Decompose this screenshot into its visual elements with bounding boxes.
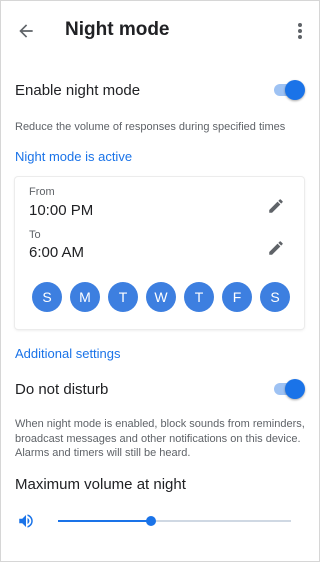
slider-fill — [58, 520, 152, 522]
day-sunday[interactable]: S — [32, 282, 62, 312]
enable-night-mode-description: Reduce the volume of responses during sp… — [15, 121, 286, 133]
toggle-thumb — [285, 80, 305, 100]
description-line: broadcast messages and other notificatio… — [15, 432, 301, 445]
description-line: Alarms and timers will still be heard. — [15, 447, 191, 459]
day-monday[interactable]: M — [70, 282, 100, 312]
from-time: 10:00 PM — [29, 202, 94, 219]
from-label: From — [29, 186, 55, 198]
night-mode-status-link[interactable]: Night mode is active — [15, 149, 132, 164]
max-volume-label: Maximum volume at night — [15, 476, 186, 493]
additional-settings-link[interactable]: Additional settings — [15, 346, 121, 361]
day-wednesday[interactable]: W — [146, 282, 176, 312]
slider-thumb[interactable] — [146, 516, 157, 526]
edit-to-time-button[interactable] — [265, 237, 287, 259]
schedule-card: From 10:00 PM To 6:00 AM S M T W T F S — [15, 177, 304, 329]
toggle-thumb — [285, 379, 305, 399]
volume-up-icon — [19, 514, 33, 528]
day-selector: S M T W T F S — [32, 282, 290, 312]
app-bar: Night mode — [0, 0, 320, 62]
description-line: When night mode is enabled, block sounds… — [15, 418, 305, 430]
day-tuesday[interactable]: T — [108, 282, 138, 312]
pencil-icon — [269, 199, 283, 213]
to-time: 6:00 AM — [29, 244, 85, 261]
do-not-disturb-label: Do not disturb — [15, 381, 109, 398]
pencil-icon — [269, 241, 283, 255]
max-volume-slider[interactable] — [58, 514, 291, 528]
more-vert-icon — [298, 23, 302, 39]
day-thursday[interactable]: T — [184, 282, 214, 312]
back-button[interactable] — [12, 17, 40, 45]
to-label: To — [29, 229, 41, 241]
enable-night-mode-label: Enable night mode — [15, 82, 141, 99]
edit-from-time-button[interactable] — [265, 195, 287, 217]
day-friday[interactable]: F — [222, 282, 252, 312]
page-title: Night mode — [65, 19, 170, 40]
arrow-back-icon — [19, 24, 33, 38]
do-not-disturb-toggle[interactable] — [274, 379, 305, 399]
enable-night-mode-toggle[interactable] — [274, 80, 305, 100]
more-options-button[interactable] — [288, 18, 312, 44]
day-saturday[interactable]: S — [260, 282, 290, 312]
do-not-disturb-description: When night mode is enabled, block sounds… — [15, 417, 305, 461]
